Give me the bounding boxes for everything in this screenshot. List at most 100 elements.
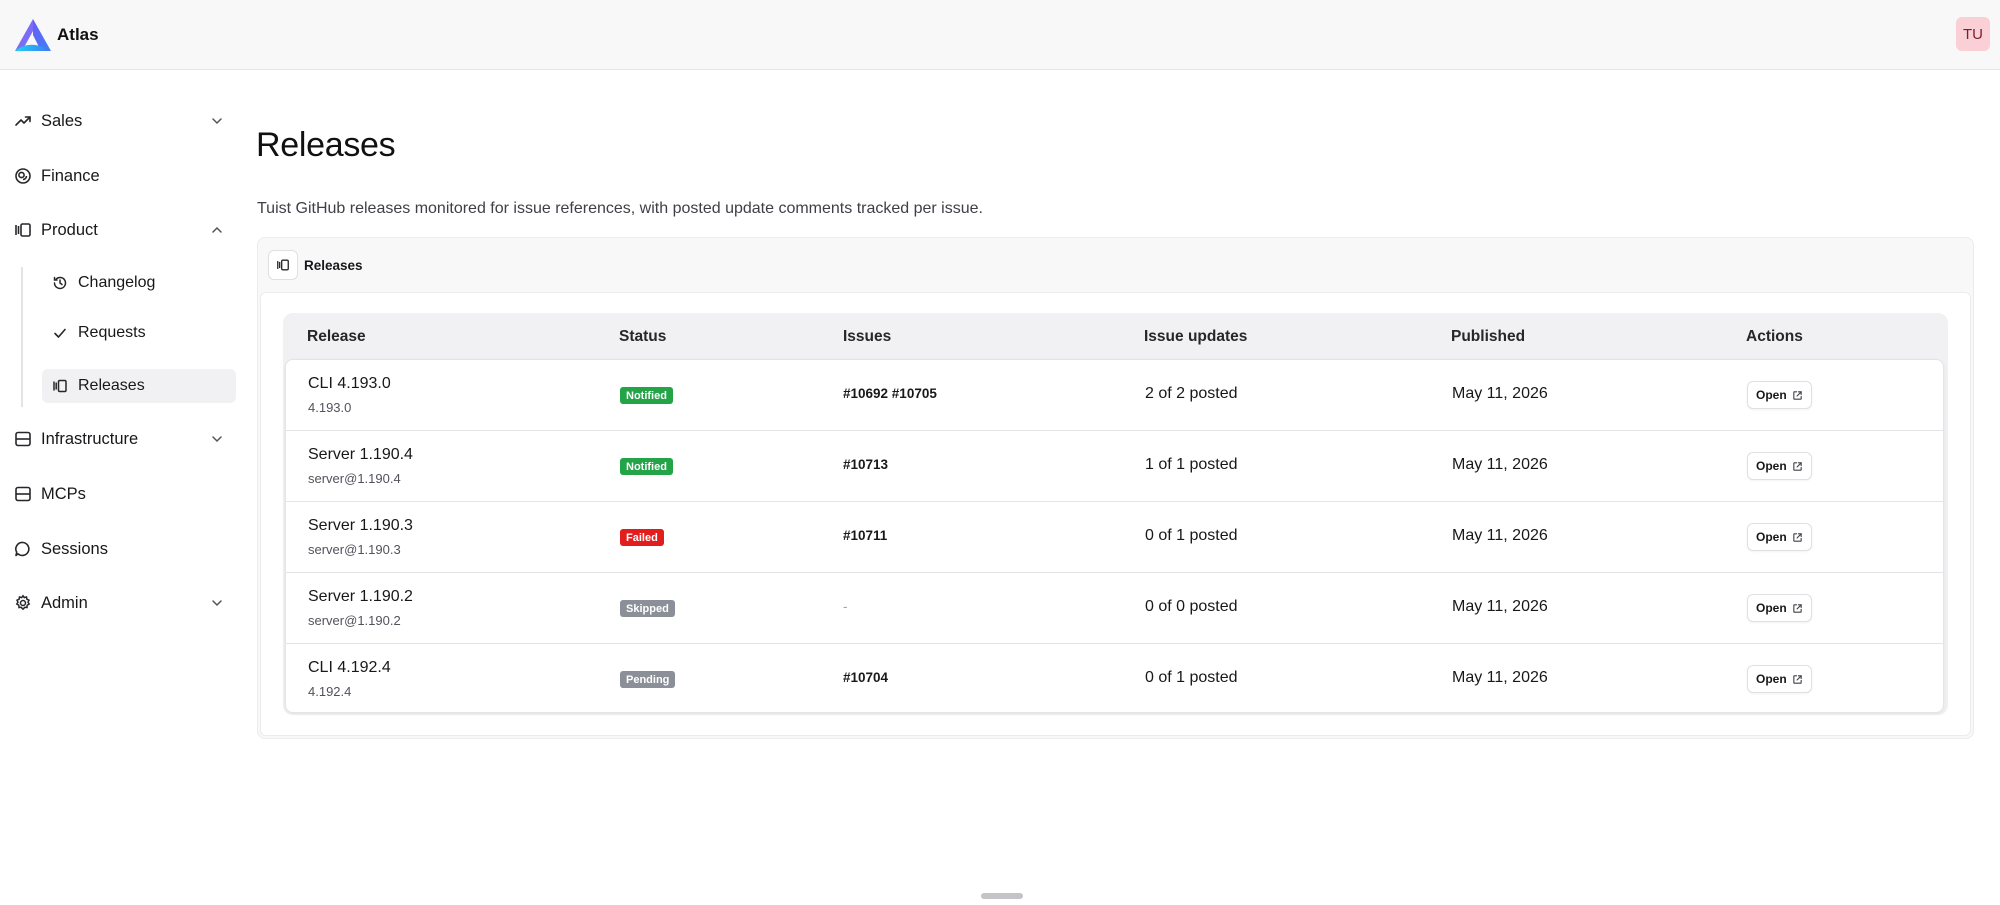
sidebar-item-sales[interactable]: Sales <box>0 101 245 141</box>
release-tag: server@1.190.3 <box>308 542 401 557</box>
issue-updates: 2 of 2 posted <box>1145 385 1238 402</box>
release-name: Server 1.190.3 <box>308 517 413 534</box>
releases-table: Release Status Issues Issue updates Publ… <box>283 313 1948 715</box>
open-button-label: Open <box>1756 530 1787 544</box>
release-name: Server 1.190.2 <box>308 588 413 605</box>
external-link-icon <box>1792 532 1802 542</box>
published-date: May 11, 2026 <box>1452 527 1548 544</box>
user-avatar[interactable]: TU <box>1956 17 1990 51</box>
page-description: Tuist GitHub releases monitored for issu… <box>257 200 983 217</box>
sidebar-item-mcps[interactable]: MCPs <box>0 474 245 514</box>
external-link-icon <box>1792 390 1802 400</box>
sidebar-item-label: Releases <box>78 377 145 394</box>
table-row[interactable]: CLI 4.193.0 4.193.0 Notified #10692 #107… <box>286 360 1943 431</box>
chevron-down-icon <box>212 436 222 443</box>
release-name: Server 1.190.4 <box>308 446 413 463</box>
open-button[interactable]: Open <box>1747 594 1812 622</box>
sidebar-item-requests[interactable]: Requests <box>42 316 236 350</box>
column-header-actions: Actions <box>1746 328 1803 345</box>
subnav-guide-line <box>21 267 23 407</box>
sidebar-item-label: Finance <box>41 166 100 185</box>
column-header-issue-updates[interactable]: Issue updates <box>1144 328 1247 346</box>
issue-updates: 0 of 0 posted <box>1145 598 1238 615</box>
chat-bubble-icon <box>15 541 30 557</box>
issue-links[interactable]: #10692 #10705 <box>843 386 937 401</box>
release-tag: server@1.190.2 <box>308 613 401 628</box>
sidebar-item-label: MCPs <box>41 484 86 503</box>
server-icon <box>15 431 31 447</box>
table-header: Release Status Issues Issue updates Publ… <box>283 313 1948 359</box>
releases-card: Releases Release Status Issues Issue upd… <box>257 237 1974 739</box>
coins-icon <box>15 168 31 184</box>
open-button[interactable]: Open <box>1747 665 1812 693</box>
column-header-issues[interactable]: Issues <box>843 328 891 346</box>
card-body: Release Status Issues Issue updates Publ… <box>260 292 1971 736</box>
trending-up-icon <box>15 116 31 126</box>
release-name: CLI 4.192.4 <box>308 659 391 676</box>
external-link-icon <box>1792 461 1802 471</box>
sidebar-item-sessions[interactable]: Sessions <box>0 529 245 569</box>
open-button[interactable]: Open <box>1747 523 1812 551</box>
external-link-icon <box>1792 674 1802 684</box>
issue-links[interactable]: #10711 <box>843 528 887 543</box>
column-header-release[interactable]: Release <box>307 328 366 346</box>
column-header-status[interactable]: Status <box>619 328 666 346</box>
open-button[interactable]: Open <box>1747 452 1812 480</box>
sidebar-item-admin[interactable]: Admin <box>0 583 245 623</box>
status-badge: Failed <box>620 529 664 546</box>
card-tab-label: Releases <box>304 257 363 273</box>
issue-updates: 1 of 1 posted <box>1145 456 1238 473</box>
card-tab-releases[interactable]: Releases <box>268 250 363 280</box>
status-badge: Notified <box>620 387 673 404</box>
chevron-down-icon <box>212 118 222 125</box>
sidebar-item-product[interactable]: Product <box>0 210 245 250</box>
status-badge: Notified <box>620 458 673 475</box>
sidebar-item-finance[interactable]: Finance <box>0 156 245 196</box>
release-tag: server@1.190.4 <box>308 471 401 486</box>
panel-icon <box>15 223 31 237</box>
sidebar-item-label: Infrastructure <box>41 429 139 448</box>
release-tag: 4.193.0 <box>308 400 352 415</box>
sidebar-item-label: Requests <box>78 324 146 341</box>
chevron-down-icon <box>212 600 222 607</box>
sidebar-item-label: Admin <box>41 593 88 612</box>
status-badge: Skipped <box>620 600 675 617</box>
server-icon <box>15 486 31 502</box>
check-icon <box>54 328 66 338</box>
brand-name: Atlas <box>57 25 99 44</box>
chevron-up-icon <box>212 226 222 233</box>
sidebar-item-label: Sales <box>41 111 83 130</box>
issue-links[interactable]: #10704 <box>843 670 888 685</box>
open-button-label: Open <box>1756 601 1787 615</box>
open-button-label: Open <box>1756 459 1787 473</box>
table-row[interactable]: Server 1.190.3 server@1.190.3 Failed #10… <box>286 502 1943 573</box>
panel-icon <box>268 250 298 280</box>
published-date: May 11, 2026 <box>1452 456 1548 473</box>
open-button-label: Open <box>1756 672 1787 686</box>
table-body: CLI 4.193.0 4.193.0 Notified #10692 #107… <box>285 359 1944 713</box>
open-button[interactable]: Open <box>1747 381 1812 409</box>
panel-icon <box>53 379 67 393</box>
sidebar-item-changelog[interactable]: Changelog <box>42 266 236 300</box>
column-header-published[interactable]: Published <box>1451 328 1525 346</box>
issue-updates: 0 of 1 posted <box>1145 669 1238 686</box>
atlas-logo-icon[interactable] <box>13 17 53 53</box>
resize-handle[interactable] <box>981 893 1023 899</box>
sidebar: Sales Finance Product Changelog Requests… <box>0 70 245 905</box>
external-link-icon <box>1792 603 1802 613</box>
sidebar-item-releases[interactable]: Releases <box>42 369 236 403</box>
sidebar-item-label: Changelog <box>78 274 156 291</box>
published-date: May 11, 2026 <box>1452 669 1548 686</box>
published-date: May 11, 2026 <box>1452 385 1548 402</box>
open-button-label: Open <box>1756 388 1787 402</box>
top-bar: Atlas TU <box>0 0 2000 70</box>
table-row[interactable]: Server 1.190.2 server@1.190.2 Skipped - … <box>286 573 1943 644</box>
table-row[interactable]: Server 1.190.4 server@1.190.4 Notified #… <box>286 431 1943 502</box>
table-row[interactable]: CLI 4.192.4 4.192.4 Pending #10704 0 of … <box>286 644 1943 715</box>
published-date: May 11, 2026 <box>1452 598 1548 615</box>
issue-links: - <box>843 599 848 614</box>
history-icon <box>53 276 67 290</box>
sidebar-item-infrastructure[interactable]: Infrastructure <box>0 419 245 459</box>
issue-links[interactable]: #10713 <box>843 457 888 472</box>
release-name: CLI 4.193.0 <box>308 375 391 392</box>
